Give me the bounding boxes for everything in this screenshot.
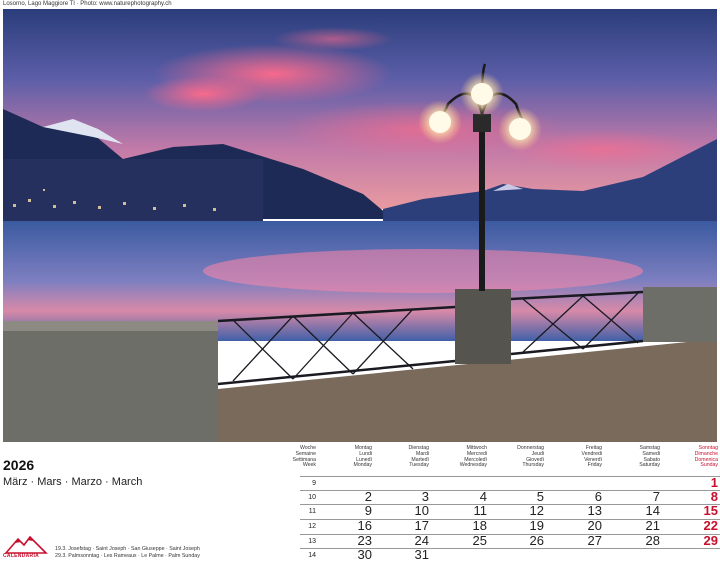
sunday-date: 22 (703, 518, 718, 533)
week-number: 11 (308, 508, 316, 515)
day-date: 14 (645, 503, 660, 518)
week-number: 10 (308, 494, 316, 501)
day-date: 24 (414, 533, 429, 548)
day-date: 5 (536, 489, 544, 504)
calendar-grid: Woche Semaine Settimana Week Montag Lundi Lune… (270, 443, 720, 562)
day-date: 18 (472, 518, 487, 533)
day-date: 28 (645, 533, 660, 548)
day-date: 3 (421, 489, 429, 504)
week-number: 12 (308, 523, 316, 530)
day-date: 4 (479, 489, 487, 504)
day-date: 12 (529, 503, 544, 518)
week-number: 14 (308, 552, 316, 559)
day-date: 17 (414, 518, 429, 533)
week-number: 9 (312, 480, 316, 487)
day-date: 7 (652, 489, 660, 504)
sunday-date: 15 (703, 503, 718, 518)
calendar-year: 2026 (3, 457, 35, 473)
day-date: 13 (587, 503, 602, 518)
photo-caption: Losorno, Lago Maggiore TI · Photo: www.n… (3, 1, 172, 7)
day-date: 19 (529, 518, 544, 533)
holiday-note: 29.3. Palmsonntag · Les Rameaux · Le Pal… (55, 553, 200, 559)
day-date: 25 (472, 533, 487, 548)
holiday-notes: 19.3. Josefstag · Saint Joseph · San Giu… (55, 546, 200, 560)
day-date: 20 (587, 518, 602, 533)
day-date: 2 (364, 489, 372, 504)
sunday-date: 29 (703, 533, 718, 548)
sunday-date: 1 (710, 475, 718, 490)
week-number: 13 (308, 538, 316, 545)
day-date: 16 (357, 518, 372, 533)
day-date: 6 (594, 489, 602, 504)
sunday-date: 8 (710, 489, 718, 504)
logo-text: CALENDARIA (3, 553, 40, 559)
day-date: 11 (473, 503, 488, 518)
holiday-note: 19.3. Josefstag · Saint Joseph · San Giu… (55, 546, 200, 552)
day-date: 21 (645, 518, 660, 533)
landscape-photo (3, 9, 717, 442)
day-date: 10 (414, 503, 429, 518)
day-date: 9 (364, 503, 372, 518)
day-date: 31 (414, 547, 429, 562)
day-date: 23 (357, 533, 372, 548)
weekday-header: Sonntag Dimanche Domenica Sunday (694, 445, 718, 469)
calendar-month: März · Mars · Marzo · March (3, 476, 143, 488)
day-date: 27 (587, 533, 602, 548)
day-date: 26 (529, 533, 544, 548)
day-date: 30 (357, 547, 372, 562)
